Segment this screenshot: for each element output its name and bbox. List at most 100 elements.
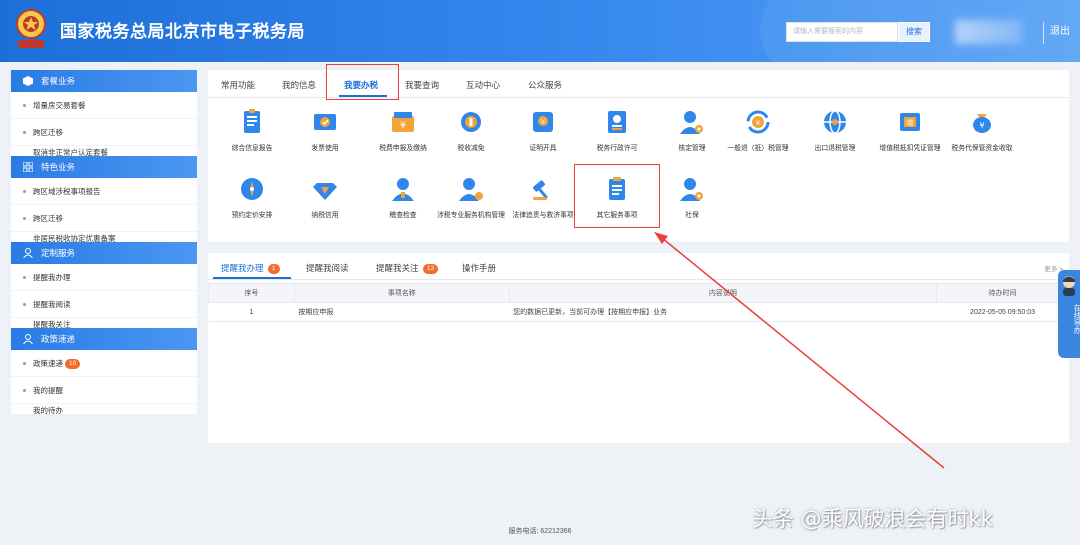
function-label: 发票使用 xyxy=(311,145,339,152)
function-item[interactable]: 核定管理 xyxy=(655,108,729,153)
tab-interaction[interactable]: 互动中心 xyxy=(466,79,500,91)
logout-link[interactable]: 退出 xyxy=(1050,22,1070,37)
sidebar-item[interactable]: 跨区迁移 xyxy=(11,119,197,146)
table-row[interactable]: 1 按期应申报 您的数据已更新，当前可办理【按期应申报】业务 2022-05-0… xyxy=(208,302,1069,322)
count-badge: 13 xyxy=(422,263,439,274)
tab-common[interactable]: 常用功能 xyxy=(221,79,255,91)
function-item[interactable]: 涉税专业服务机构管理 xyxy=(434,175,508,220)
col-header-time: 待办时间 xyxy=(936,283,1069,303)
function-label: 社保 xyxy=(685,212,699,219)
user-gear-icon xyxy=(680,178,703,201)
function-item[interactable]: 综合信息报告 xyxy=(215,108,289,153)
sidebar-item[interactable]: 提醒我关注 xyxy=(11,318,197,328)
reminder-panel: 提醒我办理 1 提醒我阅读 提醒我关注 13 操作手册 更多 > 序号 事项名称… xyxy=(208,253,1069,443)
count-badge: 1 xyxy=(267,263,280,274)
function-item[interactable]: 发票使用 xyxy=(288,108,362,153)
inspector-icon xyxy=(392,178,414,201)
diamond-icon xyxy=(313,183,337,200)
tab-remind-handle[interactable]: 提醒我办理 1 xyxy=(221,262,280,274)
user-info-blurred xyxy=(955,20,1023,44)
reminder-table: 序号 事项名称 内容说明 待办时间 1 按期应申报 您的数据已更新，当前可办理【… xyxy=(208,283,1069,322)
svg-text:¥: ¥ xyxy=(756,119,761,127)
sidebar-item[interactable]: 增量房交易套餐 xyxy=(11,92,197,119)
sidebar-header-label: 特色业务 xyxy=(41,162,76,172)
sidebar: 套餐业务 增量房交易套餐 跨区迁移 取消非正常户认定套餐 特色业务 跨区域涉税事… xyxy=(11,70,197,414)
function-item[interactable]: ¥ 税务代保管资金收取 xyxy=(945,108,1019,153)
function-label: 证明开具 xyxy=(529,145,557,152)
function-label: 税务行政许可 xyxy=(596,145,638,152)
cell-name[interactable]: 按期应申报 xyxy=(294,302,510,322)
count-badge: 10 xyxy=(65,359,81,370)
svg-text:增: 增 xyxy=(907,118,914,127)
sidebar-header[interactable]: 政策速递 xyxy=(11,328,197,350)
function-item[interactable]: 纳税信用 xyxy=(288,175,362,220)
function-label: 法律追责与救济事项 xyxy=(512,212,574,219)
function-item[interactable]: 税务行政许可 xyxy=(580,108,654,153)
col-header-name: 事项名称 xyxy=(293,283,510,303)
sidebar-section-special: 特色业务 跨区域涉税事项报告 跨区迁移 非居民税收协定优惠备案 xyxy=(11,156,197,242)
function-item[interactable]: ¥ 证明开具 xyxy=(506,108,580,153)
svg-text:¥: ¥ xyxy=(979,121,984,130)
grid-icon xyxy=(23,162,33,172)
sidebar-item[interactable]: 我的提醒 xyxy=(11,377,197,404)
watermark-text: 头条 @乘风破浪会有时kk xyxy=(752,507,993,531)
function-label: 稽查检查 xyxy=(389,212,417,219)
tab-manual[interactable]: 操作手册 xyxy=(462,262,496,274)
function-item[interactable]: ¥ 一般退（抵）税管理 xyxy=(721,108,795,153)
online-help-button[interactable]: 在线导办 xyxy=(1058,270,1080,358)
highlight-box-tab xyxy=(326,64,399,100)
sidebar-item-label: 政策速递 xyxy=(33,359,63,368)
tab-query[interactable]: 我要查询 xyxy=(405,79,439,91)
function-item[interactable]: 社保 xyxy=(655,175,729,220)
function-item[interactable]: 增增值税抵扣凭证管理 xyxy=(873,108,947,153)
tab-remind-read[interactable]: 提醒我阅读 xyxy=(306,262,349,274)
function-item[interactable]: 法律追责与救济事项 xyxy=(506,175,580,220)
sidebar-item[interactable]: 跨区域涉税事项报告 xyxy=(11,178,197,205)
globe-icon xyxy=(824,110,846,134)
highlight-box-function xyxy=(574,164,660,228)
svg-text:¥: ¥ xyxy=(400,121,406,131)
sidebar-header[interactable]: 定制服务 xyxy=(11,242,197,264)
sidebar-header[interactable]: 特色业务 xyxy=(11,156,197,178)
person-icon xyxy=(23,334,33,344)
tab-public-service[interactable]: 公众服务 xyxy=(528,79,562,91)
sidebar-header-label: 政策速递 xyxy=(41,334,76,344)
top-header: 国家税务总局北京市电子税务局 请输入需要搜索的内容 搜索 退出 xyxy=(0,0,1080,62)
function-label: 增值税抵扣凭证管理 xyxy=(879,145,941,152)
sidebar-section-custom: 定制服务 提醒我办理 提醒我阅读 提醒我关注 xyxy=(11,242,197,328)
function-label: 一般退（抵）税管理 xyxy=(727,145,789,152)
sidebar-header[interactable]: 套餐业务 xyxy=(11,70,197,92)
function-item[interactable]: 预约定价安排 xyxy=(215,175,289,220)
cube-icon xyxy=(23,76,33,86)
document-icon xyxy=(244,109,260,133)
tab-remind-follow[interactable]: 提醒我关注 13 xyxy=(376,262,439,274)
compass-icon xyxy=(241,178,263,200)
sidebar-section-package: 套餐业务 增量房交易套餐 跨区迁移 取消非正常户认定套餐 xyxy=(11,70,197,156)
sidebar-item-policy[interactable]: 政策速递 10 xyxy=(11,350,197,377)
sidebar-item[interactable]: 非居民税收协定优惠备案 xyxy=(11,232,197,242)
cell-content: 您的数据已更新，当前可办理【按期应申报】业务 xyxy=(509,302,937,322)
tab-label: 提醒我关注 xyxy=(376,263,419,273)
user-gear-icon xyxy=(680,111,703,134)
function-item[interactable]: ¥ 税费申报及缴纳 xyxy=(366,108,440,153)
reminder-tabs: 提醒我办理 1 提醒我阅读 提醒我关注 13 操作手册 更多 > xyxy=(208,253,1069,280)
sidebar-item[interactable]: 我的待办 xyxy=(11,404,197,414)
search-input[interactable]: 请输入需要搜索的内容 xyxy=(786,22,898,42)
sidebar-item[interactable]: 提醒我阅读 xyxy=(11,291,197,318)
tax-emblem-logo xyxy=(16,9,46,48)
col-header-content: 内容说明 xyxy=(508,283,938,303)
coin-icon xyxy=(461,112,481,132)
function-item[interactable]: 稽查检查 xyxy=(366,175,440,220)
search-button[interactable]: 搜索 xyxy=(898,22,930,42)
function-label: 税费申报及缴纳 xyxy=(379,145,427,152)
function-item[interactable]: 税收减免 xyxy=(434,108,508,153)
sidebar-item[interactable]: 提醒我办理 xyxy=(11,264,197,291)
function-panel: 常用功能 我的信息 我要办税 我要查询 互动中心 公众服务 综合信息报告 发票使用… xyxy=(208,64,1069,242)
sidebar-header-label: 定制服务 xyxy=(41,248,76,258)
stamp-icon: 增 xyxy=(900,113,920,131)
sidebar-item[interactable]: 跨区迁移 xyxy=(11,205,197,232)
sidebar-item[interactable]: 取消非正常户认定套餐 xyxy=(11,146,197,156)
function-item[interactable]: 出口退税管理 xyxy=(798,108,872,153)
function-label: 涉税专业服务机构管理 xyxy=(437,212,505,219)
tab-my-info[interactable]: 我的信息 xyxy=(282,79,316,91)
